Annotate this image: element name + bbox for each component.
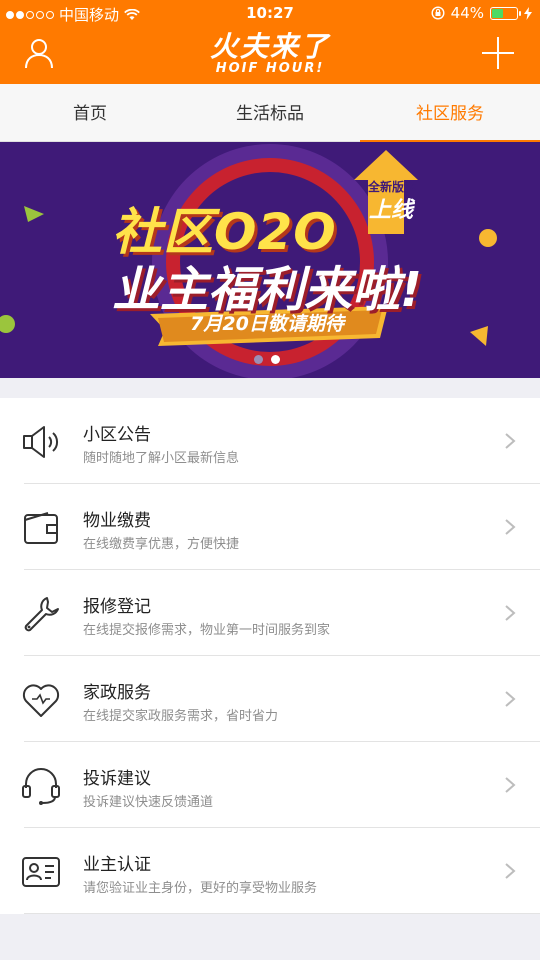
list-item-complaint[interactable]: 投诉建议 投诉建议快速反馈通道: [0, 742, 540, 828]
chevron-right-icon: [505, 519, 516, 535]
item-subtitle: 投诉建议快速反馈通道: [83, 795, 214, 810]
item-subtitle: 请您验证业主身份，更好的享受物业服务: [83, 881, 318, 896]
item-subtitle: 在线提交家政服务需求，省时省力: [83, 709, 279, 724]
app-logo: 火夫来了 HOIF HOUR!: [0, 32, 540, 76]
chevron-right-icon: [505, 863, 516, 879]
status-right: 44%: [431, 4, 532, 22]
banner-date: 7月20日敬请期待: [190, 313, 344, 335]
charging-icon: [524, 6, 532, 20]
item-title: 业主认证: [83, 855, 151, 875]
pager-dot[interactable]: [254, 355, 263, 364]
app-header: 中国移动 10:27 44% 火夫来了 HOIF HOUR!: [0, 0, 540, 84]
tab-home[interactable]: 首页: [0, 84, 180, 141]
logo-text-en: HOIF HOUR!: [215, 61, 325, 76]
item-title: 小区公告: [83, 425, 151, 445]
item-title: 报修登记: [83, 597, 151, 617]
list-item-repair[interactable]: 报修登记 在线提交报修需求，物业第一时间服务到家: [0, 570, 540, 656]
item-title: 投诉建议: [83, 769, 151, 789]
list-item-owner-verification[interactable]: 业主认证 请您验证业主身份，更好的享受物业服务: [0, 828, 540, 914]
item-subtitle: 在线提交报修需求，物业第一时间服务到家: [83, 623, 331, 638]
heart-icon: [22, 684, 60, 717]
chevron-right-icon: [505, 777, 516, 793]
tab-life-products[interactable]: 生活标品: [180, 84, 360, 141]
chevron-right-icon: [505, 691, 516, 707]
top-tabs: 首页 生活标品 社区服务: [0, 84, 540, 142]
list-item-announcement[interactable]: 小区公告 随时随地了解小区最新信息: [0, 398, 540, 484]
banner-badge: 上线: [368, 198, 413, 223]
headset-icon: [22, 768, 60, 805]
wallet-icon: [24, 512, 58, 544]
speaker-icon: [23, 426, 59, 458]
chevron-right-icon: [505, 605, 516, 621]
item-subtitle: 随时随地了解小区最新信息: [83, 451, 240, 466]
item-subtitle: 在线缴费享优惠，方便快捷: [83, 537, 240, 552]
promo-banner[interactable]: 社区O2O 业主福利来啦! 7月20日敬请期待 全新版本 上线: [0, 142, 540, 378]
divider: [24, 913, 540, 914]
list-item-property-fee[interactable]: 物业缴费 在线缴费享优惠，方便快捷: [0, 484, 540, 570]
chevron-right-icon: [505, 433, 516, 449]
battery-icon: [490, 6, 521, 20]
banner-pager: [254, 355, 280, 364]
orientation-lock-icon: [431, 6, 445, 20]
item-title: 家政服务: [83, 683, 151, 703]
id-card-icon: [22, 857, 60, 887]
wrench-icon: [24, 597, 59, 632]
pager-dot-active[interactable]: [271, 355, 280, 364]
logo-text-cn: 火夫来了: [209, 30, 330, 63]
item-title: 物业缴费: [83, 511, 151, 531]
list-item-housekeeping[interactable]: 家政服务 在线提交家政服务需求，省时省力: [0, 656, 540, 742]
tab-community-service[interactable]: 社区服务: [360, 84, 540, 142]
status-bar: 中国移动 10:27 44%: [0, 0, 540, 28]
plus-icon[interactable]: [482, 37, 514, 69]
battery-percent: 44%: [450, 4, 484, 22]
service-list: 小区公告 随时随地了解小区最新信息 物业缴费 在线缴费享优惠，方便快捷 报修登记…: [0, 398, 540, 914]
